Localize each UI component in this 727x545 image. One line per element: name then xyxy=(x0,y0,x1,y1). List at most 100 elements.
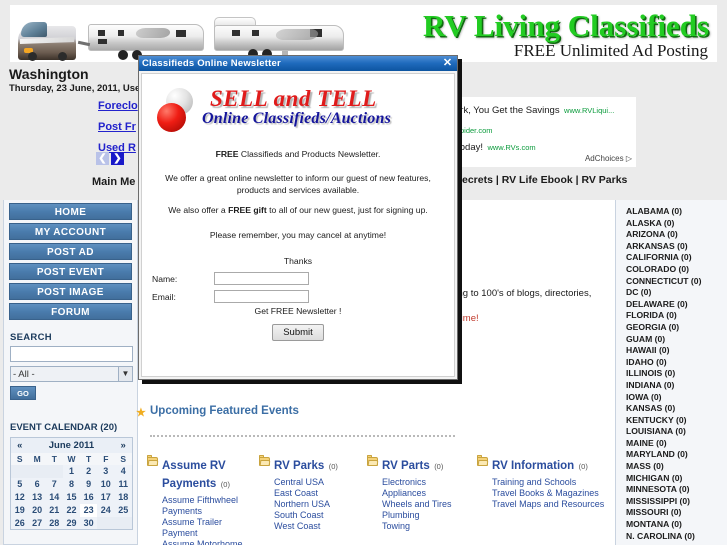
state-link[interactable]: LOUISIANA (0) xyxy=(626,426,727,438)
calendar-prev-month[interactable]: « xyxy=(10,437,29,453)
calendar-day[interactable]: 19 xyxy=(10,503,29,517)
state-link[interactable]: FLORIDA (0) xyxy=(626,310,727,322)
email-field[interactable] xyxy=(214,290,309,303)
category-link[interactable]: Towing xyxy=(382,521,476,532)
state-link[interactable]: ALABAMA (0) xyxy=(626,206,727,218)
category-link[interactable]: Assume Fifthwheel Payments xyxy=(162,495,258,517)
calendar-day[interactable]: 10 xyxy=(97,477,115,491)
state-link[interactable]: MAINE (0) xyxy=(626,438,727,450)
category-link[interactable]: West Coast xyxy=(274,521,366,532)
state-link[interactable]: KANSAS (0) xyxy=(626,403,727,415)
calendar-next-month[interactable]: » xyxy=(114,437,133,453)
search-category-select[interactable]: - All - xyxy=(10,366,133,382)
calendar-day[interactable]: 22 xyxy=(62,503,81,517)
category-link[interactable]: Assume Motorhome xyxy=(162,539,258,545)
category-link[interactable]: Training and Schools xyxy=(492,477,606,488)
category-link[interactable]: East Coast xyxy=(274,488,366,499)
category-link[interactable]: Travel Maps and Resources xyxy=(492,499,606,510)
state-link[interactable]: KENTUCKY (0) xyxy=(626,415,727,427)
close-icon[interactable]: ✕ xyxy=(441,57,454,70)
category-title[interactable]: RV Parks xyxy=(274,460,324,472)
calendar-day[interactable]: 25 xyxy=(114,503,133,517)
adchoices-label[interactable]: AdChoices ▷ xyxy=(585,154,632,163)
state-link[interactable]: ILLINOIS (0) xyxy=(626,368,727,380)
category-title[interactable]: Assume RV Payments xyxy=(162,460,226,490)
calendar-day[interactable]: 28 xyxy=(45,516,63,530)
calendar-day[interactable]: 20 xyxy=(28,503,46,517)
sidebar-item-post-event[interactable]: POST EVENT xyxy=(9,263,132,280)
state-link[interactable]: MICHIGAN (0) xyxy=(626,473,727,485)
search-go-button[interactable]: GO xyxy=(10,386,36,400)
calendar-day[interactable]: 15 xyxy=(62,490,81,504)
state-link[interactable]: CONNECTICUT (0) xyxy=(626,276,727,288)
calendar-day[interactable]: 14 xyxy=(45,490,63,504)
state-link[interactable]: HAWAII (0) xyxy=(626,345,727,357)
category-link[interactable]: South Coast xyxy=(274,510,366,521)
state-link[interactable]: ALASKA (0) xyxy=(626,218,727,230)
calendar-day[interactable]: 26 xyxy=(10,516,29,530)
state-link[interactable]: ARIZONA (0) xyxy=(626,229,727,241)
calendar-day[interactable]: 18 xyxy=(114,490,133,504)
calendar-day[interactable]: 11 xyxy=(114,477,133,491)
state-link[interactable]: IOWA (0) xyxy=(626,392,727,404)
calendar-day[interactable]: 2 xyxy=(80,464,98,478)
state-link[interactable]: CALIFORNIA (0) xyxy=(626,252,727,264)
state-link[interactable]: COLORADO (0) xyxy=(626,264,727,276)
submit-button[interactable]: Submit xyxy=(272,324,324,341)
prev-arrow-icon[interactable]: ❮ xyxy=(96,152,109,165)
name-input[interactable] xyxy=(214,272,309,285)
calendar-day[interactable]: 16 xyxy=(80,490,98,504)
calendar-day[interactable]: 23 xyxy=(80,503,98,517)
search-category-select-wrap[interactable]: - All - ▼ xyxy=(10,366,133,382)
sidebar-item-home[interactable]: HOME xyxy=(9,203,132,220)
calendar-day[interactable]: 6 xyxy=(28,477,46,491)
calendar-day[interactable]: 21 xyxy=(45,503,63,517)
calendar-day[interactable]: 3 xyxy=(97,464,115,478)
state-link[interactable]: MISSOURI (0) xyxy=(626,507,727,519)
calendar-day[interactable]: 13 xyxy=(28,490,46,504)
calendar-day[interactable]: 17 xyxy=(97,490,115,504)
calendar-day[interactable]: 7 xyxy=(45,477,63,491)
calendar-day[interactable]: 24 xyxy=(97,503,115,517)
category-title[interactable]: RV Information xyxy=(492,460,574,472)
sidebar-item-post-ad[interactable]: POST AD xyxy=(9,243,132,260)
category-link[interactable]: Central USA xyxy=(274,477,366,488)
state-link[interactable]: MASS (0) xyxy=(626,461,727,473)
search-input[interactable] xyxy=(10,346,133,362)
state-link[interactable]: GEORGIA (0) xyxy=(626,322,727,334)
state-link[interactable]: DELAWARE (0) xyxy=(626,299,727,311)
state-link[interactable]: MONTANA (0) xyxy=(626,519,727,531)
category-link[interactable]: Northern USA xyxy=(274,499,366,510)
calendar-day[interactable]: 5 xyxy=(10,477,29,491)
state-link[interactable]: MINNESOTA (0) xyxy=(626,484,727,496)
category-title[interactable]: RV Parts xyxy=(382,460,430,472)
category-link[interactable]: Travel Books & Magazines xyxy=(492,488,606,499)
ad-line-1[interactable]: ork, You Get the Savings www.RVLiqui... xyxy=(455,100,614,118)
state-link[interactable]: MARYLAND (0) xyxy=(626,449,727,461)
calendar-day[interactable]: 4 xyxy=(114,464,133,478)
top-nav-strip[interactable]: Secrets | RV Life Ebook | RV Parks xyxy=(455,174,727,186)
state-link[interactable]: INDIANA (0) xyxy=(626,380,727,392)
calendar-day[interactable]: 1 xyxy=(62,464,81,478)
sidebar-item-post-image[interactable]: POST IMAGE xyxy=(9,283,132,300)
calendar-day[interactable]: 30 xyxy=(80,516,98,530)
state-link[interactable]: N. CAROLINA (0) xyxy=(626,531,727,543)
sidebar-item-forum[interactable]: FORUM xyxy=(9,303,132,320)
sidebar-item-my-account[interactable]: MY ACCOUNT xyxy=(9,223,132,240)
state-link[interactable]: GUAM (0) xyxy=(626,334,727,346)
calendar-day[interactable]: 9 xyxy=(80,477,98,491)
category-link[interactable]: Assume Trailer Payment xyxy=(162,517,258,539)
ad-line-3[interactable]: Today! www.RVs.com xyxy=(455,137,536,155)
category-link[interactable]: Electronics xyxy=(382,477,476,488)
state-link[interactable]: MISSISSIPPI (0) xyxy=(626,496,727,508)
calendar-day[interactable]: 12 xyxy=(10,490,29,504)
calendar-day[interactable]: 8 xyxy=(62,477,81,491)
category-link[interactable]: Wheels and Tires xyxy=(382,499,476,510)
category-link[interactable]: Appliances xyxy=(382,488,476,499)
state-link[interactable]: ARKANSAS (0) xyxy=(626,241,727,253)
calendar-day[interactable]: 27 xyxy=(28,516,46,530)
category-link[interactable]: Plumbing xyxy=(382,510,476,521)
calendar-day[interactable]: 29 xyxy=(62,516,81,530)
state-link[interactable]: DC (0) xyxy=(626,287,727,299)
next-arrow-icon[interactable]: ❯ xyxy=(111,152,124,165)
